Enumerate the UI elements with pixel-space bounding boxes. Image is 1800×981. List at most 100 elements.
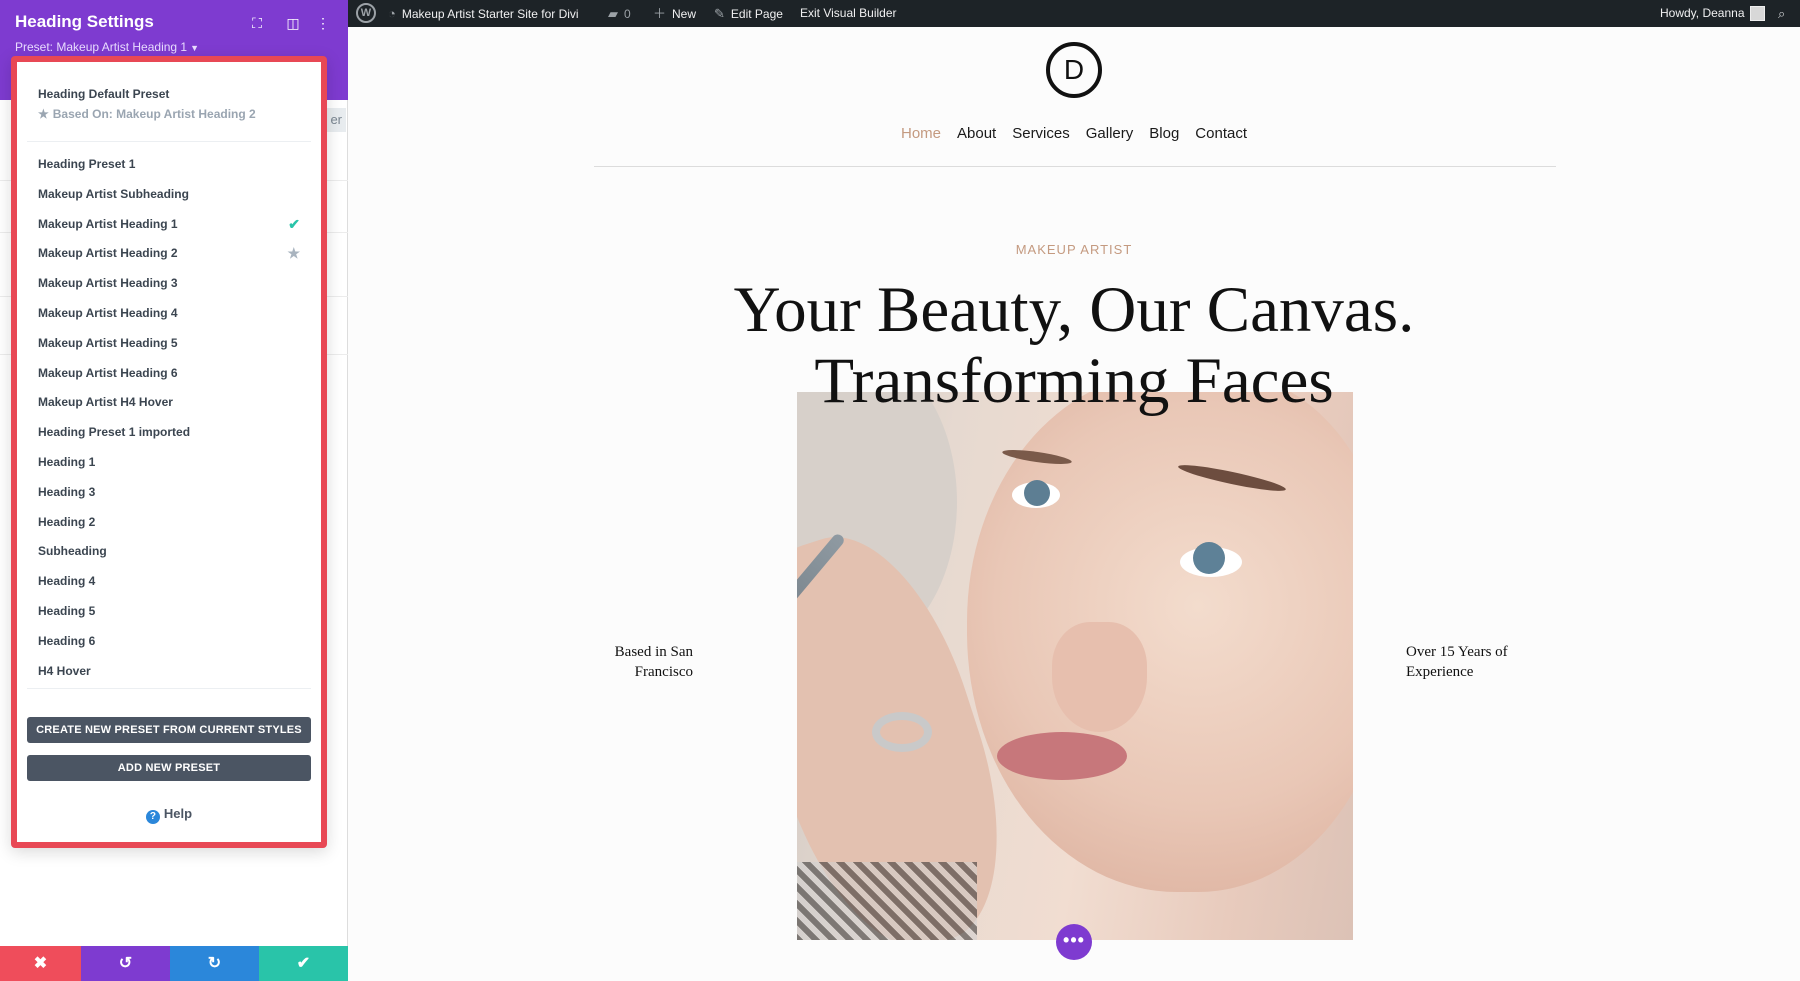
eyebrow-text: MAKEUP ARTIST: [1015, 242, 1133, 257]
avatar[interactable]: [1750, 6, 1765, 21]
preset-item[interactable]: Makeup Artist Heading 3: [38, 269, 300, 299]
check-icon: ✔: [296, 955, 311, 972]
preset-item-label: Makeup Artist Heading 3: [38, 276, 178, 291]
save-button[interactable]: ✔: [259, 946, 348, 981]
new-label: New: [672, 7, 697, 21]
comments-count: 0: [624, 7, 631, 21]
undo-button[interactable]: ↺: [81, 946, 170, 981]
star-icon: ★: [38, 107, 49, 121]
preset-item-label: Makeup Artist H4 Hover: [38, 395, 173, 410]
more-options-icon[interactable]: ⋮: [314, 14, 332, 32]
preset-item-label: Heading Preset 1: [38, 157, 136, 171]
admin-bar: W ◔ Makeup Artist Starter Site for Divi ▰…: [348, 0, 1800, 27]
image-iris: [1193, 542, 1225, 574]
star-icon[interactable]: ★: [287, 239, 300, 269]
preset-item[interactable]: Subheading: [38, 537, 300, 567]
headline-line: Transforming Faces: [814, 345, 1334, 417]
preset-item[interactable]: Heading 1: [38, 448, 300, 478]
preset-dropdown: Heading Default Preset ★ Based On: Makeup…: [11, 56, 327, 848]
more-dots-button[interactable]: •••: [1056, 924, 1092, 960]
add-preset-button[interactable]: ADD NEW PRESET: [27, 755, 311, 781]
preset-item[interactable]: Makeup Artist H4 Hover: [38, 388, 300, 418]
image-nose: [1052, 622, 1147, 732]
preset-item-label: Heading 2: [38, 514, 96, 529]
preset-item-label: Makeup Artist Heading 2: [38, 246, 178, 261]
site-name: Makeup Artist Starter Site for Divi: [401, 7, 579, 21]
preset-item-label: H4 Hover: [38, 663, 91, 678]
preset-item[interactable]: Makeup Artist Heading 4: [38, 299, 300, 329]
preset-selector[interactable]: Preset: Makeup Artist Heading 1 ▼: [15, 40, 199, 54]
search-icon[interactable]: ⌕: [1778, 0, 1785, 27]
plus-icon: ＋: [653, 6, 667, 21]
dashboard-icon: ◔: [388, 6, 396, 21]
default-preset[interactable]: Heading Default Preset ★ Based On: Makeup…: [38, 87, 256, 121]
redo-icon: ↻: [207, 955, 222, 972]
preset-item[interactable]: H4 Hover: [38, 657, 300, 687]
preset-item[interactable]: Makeup Artist Heading 1 ✔: [38, 210, 300, 240]
preset-item-label: Subheading: [38, 544, 107, 559]
hero-image: [797, 392, 1353, 940]
nav-item-gallery[interactable]: Gallery: [1086, 125, 1134, 142]
preset-item-label: Heading Preset 1 imported: [38, 425, 191, 440]
exit-visual-builder-link[interactable]: Exit Visual Builder: [800, 0, 897, 27]
preset-item-label: Heading 4: [38, 574, 96, 589]
preset-item[interactable]: Makeup Artist Heading 2 ★: [38, 239, 300, 269]
divider: [27, 688, 311, 689]
preset-item[interactable]: Heading 6: [38, 627, 300, 657]
help-label: Help: [163, 806, 193, 821]
undo-icon: ↺: [118, 955, 133, 972]
settings-panel: Heading Settings Preset: Makeup Artist H…: [0, 0, 348, 981]
howdy-user[interactable]: Howdy, Deanna: [1660, 0, 1745, 27]
comments-link[interactable]: ▰ 0: [608, 0, 631, 27]
preset-list: Heading Preset 1 Makeup Artist Subheading…: [38, 150, 300, 686]
close-button[interactable]: ✖: [0, 946, 81, 981]
expand-icon[interactable]: ⛶: [248, 14, 266, 32]
preset-item[interactable]: Heading 2: [38, 508, 300, 538]
page-canvas: D Home About Services Gallery Blog Contact MA…: [348, 27, 1800, 981]
image-iris: [1024, 480, 1050, 506]
nav-item-home[interactable]: Home: [901, 125, 941, 142]
nav-item-contact[interactable]: Contact: [1195, 125, 1247, 142]
main-nav: Home About Services Gallery Blog Contact: [348, 125, 1800, 142]
edit-page-link[interactable]: ✎ Edit Page: [714, 0, 783, 27]
create-preset-button[interactable]: CREATE NEW PRESET FROM CURRENT STYLES: [27, 717, 311, 743]
check-icon: ✔: [288, 215, 300, 232]
preset-item-label: Heading 6: [38, 633, 96, 648]
hero-headline: Your Beauty, Our Canvas. Transforming Fa…: [348, 275, 1800, 417]
panel-title: Heading Settings: [15, 12, 154, 31]
layout-icon[interactable]: ◫: [284, 14, 302, 32]
default-preset-name: Heading Default Preset: [38, 87, 170, 101]
location-text: Based in San Francisco: [614, 644, 693, 680]
preset-item-label: Makeup Artist Heading 1: [38, 216, 178, 231]
wordpress-logo-icon[interactable]: W: [356, 3, 376, 23]
preset-item[interactable]: Heading Preset 1: [38, 150, 300, 180]
preset-item[interactable]: Heading 3: [38, 478, 300, 508]
preset-item-label: Makeup Artist Heading 5: [38, 335, 178, 350]
image-lips: [997, 732, 1127, 780]
site-name-link[interactable]: ◔ Makeup Artist Starter Site for Divi: [388, 0, 579, 27]
site-logo[interactable]: D: [1046, 42, 1102, 98]
preset-item[interactable]: Heading 5: [38, 597, 300, 627]
new-content-link[interactable]: ＋ New: [653, 0, 696, 27]
preset-item[interactable]: Makeup Artist Subheading: [38, 180, 300, 210]
preset-item-label: Makeup Artist Heading 4: [38, 305, 178, 320]
nav-item-services[interactable]: Services: [1012, 125, 1070, 142]
preset-item-label: Heading 5: [38, 603, 96, 618]
preset-item[interactable]: Heading 4: [38, 567, 300, 597]
image-pattern: [797, 862, 977, 940]
preset-item[interactable]: Makeup Artist Heading 5: [38, 329, 300, 359]
nav-item-blog[interactable]: Blog: [1149, 125, 1179, 142]
preset-item[interactable]: Heading Preset 1 imported: [38, 418, 300, 448]
experience-text: Over 15 Years of Experience: [1406, 644, 1508, 680]
caret-down-icon: ▼: [190, 43, 200, 53]
divider: [27, 141, 311, 142]
edit-page-label: Edit Page: [730, 7, 783, 21]
divider: [594, 166, 1556, 167]
nav-item-about[interactable]: About: [957, 125, 996, 142]
preset-item-label: Heading 3: [38, 484, 96, 499]
image-ring: [872, 712, 932, 752]
preset-item[interactable]: Makeup Artist Heading 6: [38, 359, 300, 389]
based-on-text: Based On: Makeup Artist Heading 2: [52, 107, 256, 121]
redo-button[interactable]: ↻: [170, 946, 259, 981]
help-link[interactable]: ? Help: [17, 806, 321, 824]
